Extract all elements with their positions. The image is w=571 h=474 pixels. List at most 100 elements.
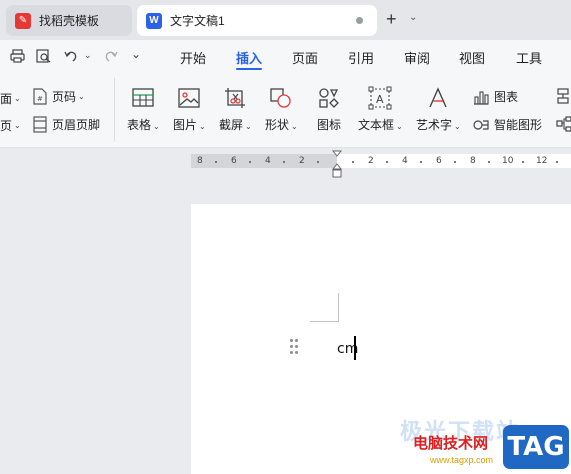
mindmap-icon[interactable] bbox=[556, 116, 571, 132]
menu-references[interactable]: 引用 bbox=[348, 48, 374, 67]
margin-corner-mark bbox=[310, 321, 339, 322]
picture-icon bbox=[178, 88, 201, 108]
svg-text:#: # bbox=[37, 95, 43, 103]
shape-button[interactable]: 形状 ⌄ bbox=[265, 86, 298, 133]
chart-button[interactable]: 图表 bbox=[473, 88, 518, 105]
word-doc-icon: W bbox=[146, 12, 162, 29]
undo-icon[interactable] bbox=[64, 49, 78, 63]
ribbon-label: 截屏 bbox=[219, 118, 244, 132]
menu-insert[interactable]: 插入 bbox=[236, 48, 262, 67]
indent-marker-icon[interactable] bbox=[332, 150, 342, 180]
chevron-down-icon: ⌄ bbox=[14, 121, 21, 130]
shape-icon bbox=[270, 88, 292, 108]
screenshot-icon bbox=[225, 88, 246, 108]
watermark-name: 电脑技术网 bbox=[413, 435, 489, 452]
ribbon-label: 形状 bbox=[265, 118, 290, 132]
tab-strip: ✎ 找稻壳模板 W 文字文稿1 + ⌄ bbox=[0, 0, 571, 40]
ruler-dot bbox=[488, 161, 490, 163]
smartart-icon bbox=[473, 119, 489, 130]
table-button[interactable]: 表格 ⌄ bbox=[121, 80, 165, 142]
menu-bar: ⌄ ⌄ 开始 插入 页面 引用 审阅 视图 工具 bbox=[0, 40, 571, 72]
ruler-tick: 12 bbox=[536, 156, 548, 166]
watermark-tag-logo: TAG bbox=[503, 425, 569, 469]
chevron-down-icon: ⌄ bbox=[245, 122, 252, 131]
ribbon-item-page[interactable]: 页 ⌄ bbox=[0, 117, 21, 134]
ribbon-label: 图标 bbox=[317, 118, 342, 132]
ruler-tick: 8 bbox=[197, 156, 203, 166]
flowchart-icon[interactable] bbox=[556, 88, 571, 104]
ribbon-label: 图片 bbox=[173, 118, 198, 132]
ribbon-label: 艺术字 bbox=[416, 118, 453, 132]
textbox-button[interactable]: A 文本框 ⌄ bbox=[358, 86, 403, 133]
chevron-down-icon: ⌄ bbox=[396, 122, 403, 131]
ruler-dot bbox=[454, 161, 456, 163]
ruler-dot bbox=[249, 161, 251, 163]
print-icon[interactable] bbox=[10, 49, 25, 63]
tab-title: 找稻壳模板 bbox=[39, 14, 100, 28]
menu-start[interactable]: 开始 bbox=[180, 48, 206, 67]
ruler-tick: 4 bbox=[402, 156, 408, 166]
margin-corner-mark bbox=[338, 293, 339, 321]
ruler-dot bbox=[556, 161, 558, 163]
ribbon-label: 智能图形 bbox=[494, 118, 543, 132]
header-footer-button[interactable]: 页眉页脚 bbox=[33, 116, 100, 133]
print-preview-icon[interactable] bbox=[36, 49, 51, 63]
chart-icon bbox=[474, 90, 489, 105]
ribbon-label: 图表 bbox=[494, 90, 519, 104]
ruler-tick: 2 bbox=[299, 156, 305, 166]
ruler-dot bbox=[317, 161, 319, 163]
docer-icon: ✎ bbox=[15, 12, 31, 29]
ruler-dot bbox=[522, 161, 524, 163]
chevron-down-icon: ⌄ bbox=[14, 94, 21, 103]
wordart-icon bbox=[429, 87, 447, 108]
ribbon-label: 页眉页脚 bbox=[52, 118, 101, 132]
page-number-button[interactable]: # 页码 ⌄ bbox=[33, 88, 85, 105]
ribbon-label: 文本框 bbox=[358, 118, 395, 132]
header-footer-icon bbox=[33, 116, 47, 133]
icon-library-button[interactable]: 图标 bbox=[317, 86, 341, 133]
ruler-dot bbox=[386, 161, 388, 163]
ruler-margin bbox=[191, 154, 337, 168]
ruler-tick: 6 bbox=[436, 156, 442, 166]
wordart-button[interactable]: 艺术字 ⌄ bbox=[416, 86, 461, 133]
text-cursor bbox=[354, 336, 356, 360]
menu-page[interactable]: 页面 bbox=[292, 48, 318, 67]
menu-tools[interactable]: 工具 bbox=[516, 48, 542, 67]
ruler-dot bbox=[352, 161, 354, 163]
ribbon-label: 页码 bbox=[52, 90, 77, 104]
drag-handle-icon[interactable] bbox=[290, 339, 300, 355]
menu-view[interactable]: 视图 bbox=[459, 48, 485, 67]
picture-button[interactable]: 图片 ⌄ bbox=[173, 86, 206, 133]
chevron-down-icon: ⌄ bbox=[78, 92, 85, 101]
menu-review[interactable]: 审阅 bbox=[404, 48, 430, 67]
ruler-dot bbox=[420, 161, 422, 163]
tab-document[interactable]: W 文字文稿1 bbox=[137, 5, 377, 36]
active-menu-indicator bbox=[236, 68, 262, 70]
ribbon-divider bbox=[114, 78, 115, 142]
page-number-icon: # bbox=[33, 88, 47, 105]
textbox-icon: A bbox=[368, 86, 392, 110]
ruler-dot bbox=[283, 161, 285, 163]
ribbon-label: 页 bbox=[0, 119, 13, 133]
screenshot-button[interactable]: 截屏 ⌄ bbox=[219, 86, 252, 133]
ribbon-item-cover[interactable]: 面 ⌄ bbox=[0, 90, 21, 107]
unsaved-dot-icon[interactable] bbox=[356, 17, 363, 24]
chevron-down-icon: ⌄ bbox=[199, 122, 206, 131]
tab-docer[interactable]: ✎ 找稻壳模板 bbox=[6, 5, 132, 36]
svg-text:A: A bbox=[376, 93, 384, 106]
undo-menu-chevron-icon[interactable]: ⌄ bbox=[84, 50, 92, 61]
smartart-button[interactable]: 智能图形 bbox=[473, 116, 542, 133]
ruler-tick: 2 bbox=[368, 156, 374, 166]
new-tab-button[interactable]: + bbox=[386, 10, 397, 28]
chevron-down-icon: ⌄ bbox=[153, 122, 160, 131]
ribbon-label: 表格 bbox=[127, 118, 152, 132]
ruler-dot bbox=[215, 161, 217, 163]
ruler-tick: 4 bbox=[265, 156, 271, 166]
more-icon[interactable]: ⌄ bbox=[131, 47, 141, 61]
watermark-url: www.tagxp.com bbox=[430, 455, 494, 465]
chevron-down-icon: ⌄ bbox=[454, 122, 461, 131]
ruler-tick: 6 bbox=[231, 156, 237, 166]
ribbon-label: 面 bbox=[0, 92, 13, 106]
redo-icon[interactable] bbox=[104, 49, 118, 63]
chevron-down-icon[interactable]: ⌄ bbox=[409, 12, 417, 23]
